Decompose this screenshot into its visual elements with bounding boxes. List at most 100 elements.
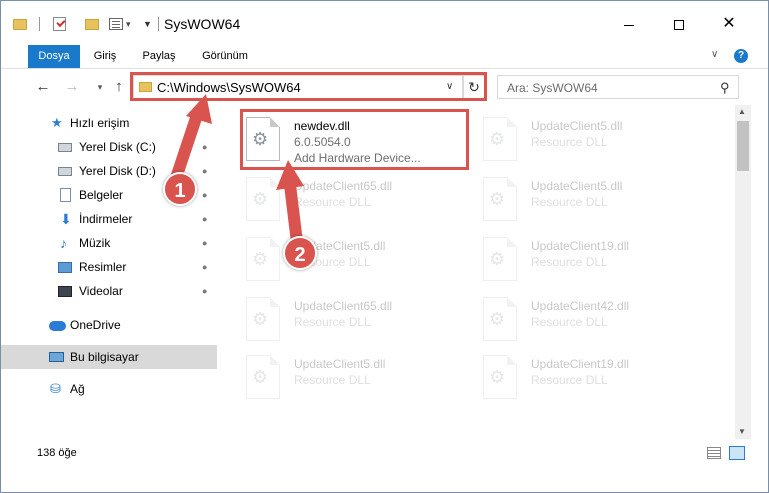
download-icon: ⬇: [60, 211, 72, 227]
minimize-button[interactable]: [606, 9, 652, 39]
sidebar-item-disk-c[interactable]: Yerel Disk (C:) ●: [1, 135, 217, 159]
sidebar-item-videos[interactable]: Videolar ●: [1, 279, 217, 303]
file-item[interactable]: ⚙ UpdateClient5.dll Resource DLL: [483, 173, 713, 231]
videos-icon: [58, 286, 72, 297]
back-button[interactable]: ←: [33, 77, 53, 97]
status-bar: 138 öğe: [1, 441, 768, 465]
file-description: Resource DLL: [294, 195, 371, 209]
pin-icon[interactable]: ●: [202, 279, 207, 303]
tab-file[interactable]: Dosya: [28, 45, 80, 68]
pin-icon[interactable]: ●: [202, 135, 207, 159]
sidebar-item-quick-access[interactable]: ★ Hızlı erişim: [1, 111, 217, 135]
file-name: UpdateClient19.dll: [531, 239, 630, 253]
help-icon[interactable]: ?: [734, 49, 748, 63]
gear-icon: ⚙: [252, 309, 269, 329]
music-icon: ♪: [60, 235, 67, 251]
up-button[interactable]: ↑: [109, 77, 129, 97]
dll-file-icon: ⚙: [483, 237, 517, 281]
pictures-icon: [58, 262, 72, 273]
gear-icon: ⚙: [489, 309, 506, 329]
vertical-scrollbar[interactable]: ▲ ▼: [735, 105, 751, 439]
sidebar-item-this-pc[interactable]: Bu bilgisayar: [1, 345, 217, 369]
quick-access-dropdown-icon[interactable]: ▼: [143, 19, 152, 37]
file-item[interactable]: ⚙ UpdateClient65.dll Resource DLL: [246, 293, 476, 351]
sidebar-item-music[interactable]: ♪ Müzik ●: [1, 231, 217, 255]
sidebar-item-label: İndirmeler: [79, 212, 133, 226]
file-item[interactable]: ⚙ UpdateClient5.dll Resource DLL: [246, 351, 476, 409]
sidebar-item-label: Bu bilgisayar: [70, 350, 139, 364]
tab-view[interactable]: Görünüm: [193, 45, 257, 68]
dll-file-icon: ⚙: [483, 297, 517, 341]
recent-locations-chevron-icon[interactable]: ▾: [90, 77, 110, 97]
sidebar-item-label: Yerel Disk (C:): [79, 140, 156, 154]
search-placeholder: Ara: SysWOW64: [507, 81, 598, 95]
scroll-down-arrow-icon[interactable]: ▼: [738, 427, 746, 436]
sidebar-item-downloads[interactable]: ⬇ İndirmeler ●: [1, 207, 217, 231]
close-button[interactable]: ✕: [706, 9, 752, 39]
step-marker-2: 2: [283, 236, 317, 270]
pin-icon[interactable]: ●: [202, 207, 207, 231]
navigation-bar: ← → ▾ ↑ C:\Windows\SysWOW64 ∨ ↻ Ara: Sys…: [1, 71, 768, 103]
customize-toolbar-chevron-icon[interactable]: ▾: [126, 19, 131, 37]
file-name: UpdateClient65.dll: [294, 179, 393, 193]
properties-check-icon[interactable]: [53, 17, 66, 31]
disk-icon: [58, 167, 72, 176]
network-icon: ⛁: [50, 381, 61, 396]
expand-ribbon-chevron-icon[interactable]: ∨: [711, 49, 718, 60]
gear-icon: ⚙: [252, 367, 269, 387]
folder-icon: [13, 19, 27, 30]
dll-file-icon: ⚙: [246, 355, 280, 399]
sidebar-item-label: Yerel Disk (D:): [79, 164, 156, 178]
dll-file-icon: ⚙: [246, 297, 280, 341]
gear-icon: ⚙: [489, 129, 506, 149]
navigation-pane: ★ Hızlı erişim Yerel Disk (C:) ● Yerel D…: [1, 107, 221, 437]
file-item[interactable]: ⚙ UpdateClient65.dll Resource DLL: [246, 173, 476, 231]
sidebar-item-network[interactable]: ⛁ Ağ: [1, 377, 217, 401]
dll-file-icon: ⚙: [483, 177, 517, 221]
file-highlight-box: [240, 109, 469, 170]
sidebar-item-onedrive[interactable]: OneDrive: [1, 313, 217, 337]
scroll-up-arrow-icon[interactable]: ▲: [738, 107, 746, 116]
gear-icon: ⚙: [252, 189, 269, 209]
file-list: ⚙ newdev.dll 6.0.5054.0 Add Hardware Dev…: [225, 105, 735, 435]
search-input[interactable]: Ara: SysWOW64 ⚲: [497, 75, 739, 99]
document-icon: [60, 188, 71, 202]
sidebar-item-pictures[interactable]: Resimler ●: [1, 255, 217, 279]
file-item[interactable]: ⚙ UpdateClient5.dll Resource DLL: [246, 233, 476, 291]
pin-icon[interactable]: ●: [202, 231, 207, 255]
dll-file-icon: ⚙: [483, 355, 517, 399]
sidebar-item-label: Resimler: [79, 260, 127, 274]
disk-icon: [58, 143, 72, 152]
dll-file-icon: ⚙: [246, 237, 280, 281]
close-icon: ✕: [722, 15, 736, 32]
maximize-button[interactable]: [656, 9, 702, 39]
ribbon-tabs: Dosya Giriş Paylaş Görünüm ∨ ?: [1, 45, 768, 69]
title-divider: [158, 17, 159, 31]
file-name: UpdateClient5.dll: [294, 357, 386, 371]
item-count: 138 öğe: [37, 447, 77, 459]
gear-icon: ⚙: [489, 249, 506, 269]
sidebar-item-label: Ağ: [70, 382, 85, 396]
pin-icon[interactable]: ●: [202, 255, 207, 279]
pin-icon[interactable]: ●: [202, 159, 207, 183]
tab-home[interactable]: Giriş: [85, 45, 125, 68]
window-title: SysWOW64: [164, 16, 241, 32]
quick-access-divider: [39, 17, 40, 31]
file-description: Resource DLL: [531, 315, 608, 329]
cloud-icon: [49, 321, 66, 331]
tiles-view-icon[interactable]: [729, 446, 745, 460]
file-item[interactable]: ⚙ UpdateClient42.dll Resource DLL: [483, 293, 713, 351]
list-properties-icon[interactable]: [109, 18, 123, 30]
search-icon[interactable]: ⚲: [720, 80, 730, 96]
file-item[interactable]: ⚙ UpdateClient19.dll Resource DLL: [483, 351, 713, 409]
file-description: Resource DLL: [531, 255, 608, 269]
details-view-icon[interactable]: [707, 447, 721, 459]
file-item[interactable]: ⚙ UpdateClient5.dll Resource DLL: [483, 113, 713, 171]
forward-button[interactable]: →: [62, 77, 82, 97]
sidebar-item-label: Hızlı erişim: [70, 116, 130, 130]
scroll-thumb[interactable]: [737, 121, 749, 171]
file-item[interactable]: ⚙ UpdateClient19.dll Resource DLL: [483, 233, 713, 291]
tab-share[interactable]: Paylaş: [134, 45, 184, 68]
new-folder-icon[interactable]: [85, 19, 99, 30]
pin-icon[interactable]: ●: [202, 183, 207, 207]
